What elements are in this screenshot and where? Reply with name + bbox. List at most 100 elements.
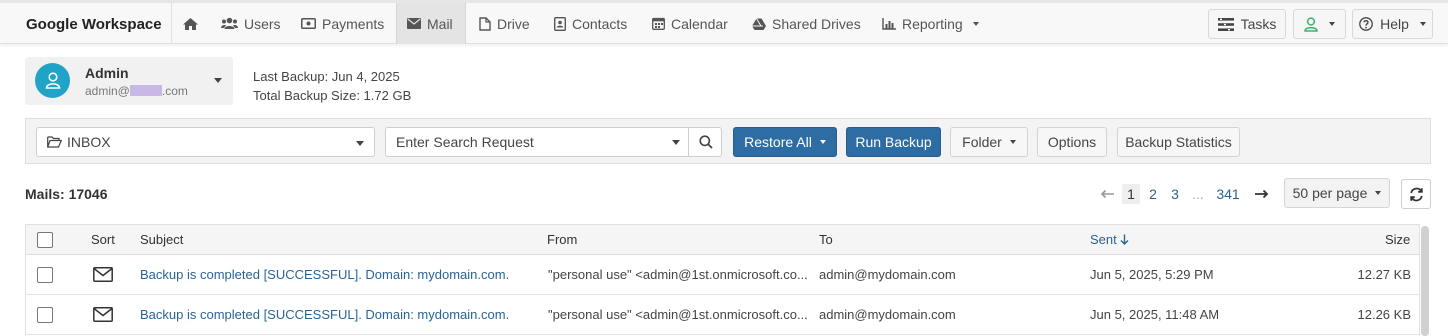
account-email-suffix: .com [161, 84, 188, 98]
mail-count-label: Mails: [25, 186, 65, 202]
backup-statistics-button[interactable]: Backup Statistics [1117, 127, 1240, 157]
folder-select[interactable]: INBOX [36, 127, 375, 157]
nav-reporting-label: Reporting [902, 15, 963, 32]
nav-users-label: Users [244, 15, 281, 32]
backup-statistics-label: Backup Statistics [1125, 134, 1232, 150]
row-checkbox[interactable] [37, 267, 53, 283]
account-selector[interactable]: Admin admin@ .com [25, 57, 233, 105]
chevron-down-icon [1329, 22, 1335, 26]
refresh-button[interactable] [1401, 179, 1431, 209]
help-label: Help [1380, 16, 1409, 32]
row-to: admin@mydomain.com [819, 267, 956, 282]
row-checkbox[interactable] [37, 307, 53, 323]
account-email: admin@ .com [85, 84, 188, 98]
table-scrollbar[interactable] [1421, 226, 1429, 336]
nav-shared-drives-label: Shared Drives [772, 15, 861, 32]
header-sent-label: Sent [1090, 232, 1117, 247]
mail-toolbar: INBOX Restore All Run Backup Folder Opti… [25, 118, 1431, 164]
table-row[interactable]: Backup is completed [SUCCESSFUL]. Domain… [26, 255, 1419, 295]
nav-contacts[interactable]: Contacts [554, 3, 627, 44]
chevron-down-icon [1009, 140, 1016, 144]
row-from: "personal use" <admin@1st.onmicrosoft.co… [548, 267, 808, 282]
row-sent: Jun 5, 2025, 5:29 PM [1090, 267, 1214, 282]
search-input[interactable] [386, 128, 689, 156]
nav-users[interactable]: Users [221, 3, 281, 44]
brand-title[interactable]: Google Workspace [26, 16, 162, 33]
page-link[interactable]: 3 [1167, 184, 1183, 204]
mail-count-value: 17046 [68, 186, 108, 202]
user-icon [45, 72, 60, 89]
per-page-value: 50 per page [1292, 185, 1368, 201]
run-backup-button[interactable]: Run Backup [846, 127, 941, 157]
mail-table: Sort Subject From To Sent Size Backup is… [25, 224, 1420, 336]
folder-open-icon [47, 136, 62, 148]
chevron-down-icon [819, 140, 826, 144]
restore-all-button[interactable]: Restore All [733, 127, 837, 157]
nav-shared-drives[interactable]: Shared Drives [752, 3, 861, 44]
next-page-arrow-icon[interactable] [1252, 184, 1270, 204]
folder-select-value: INBOX [67, 134, 111, 150]
nav-mail[interactable]: Mail [396, 3, 466, 44]
nav-reporting[interactable]: Reporting [882, 3, 979, 44]
nav-contacts-label: Contacts [572, 15, 628, 32]
calendar-icon [652, 17, 665, 30]
home-icon [183, 17, 198, 30]
row-to: admin@mydomain.com [819, 307, 956, 322]
header-sent[interactable]: Sent [1090, 232, 1129, 247]
header-subject[interactable]: Subject [140, 232, 183, 247]
row-subject[interactable]: Backup is completed [SUCCESSFUL]. Domain… [140, 267, 509, 282]
table-row[interactable]: Backup is completed [SUCCESSFUL]. Domain… [26, 295, 1419, 335]
page-link[interactable]: 2 [1145, 184, 1161, 204]
last-backup: Last Backup: Jun 4, 2025 [253, 69, 400, 84]
row-from: "personal use" <admin@1st.onmicrosoft.co… [548, 307, 808, 322]
avatar [35, 63, 70, 98]
chevron-down-icon [1375, 191, 1382, 195]
folder-button-label: Folder [962, 134, 1002, 150]
nav-payments-label: Payments [322, 15, 385, 32]
prev-page-arrow-icon[interactable] [1099, 184, 1115, 204]
table-header: Sort Subject From To Sent Size [26, 225, 1419, 255]
chevron-down-icon [1419, 22, 1426, 26]
header-to[interactable]: To [819, 232, 833, 247]
row-subject[interactable]: Backup is completed [SUCCESSFUL]. Domain… [140, 307, 509, 322]
nav-divider [171, 3, 172, 44]
redacted-blur [129, 85, 162, 96]
page-ellipsis: ... [1192, 186, 1204, 202]
user-menu-button[interactable] [1293, 9, 1346, 39]
question-icon [1359, 17, 1373, 31]
backup-info: Last Backup: Jun 4, 2025 Total Backup Si… [253, 67, 411, 105]
mail-count: Mails: 17046 [25, 186, 108, 202]
select-all-checkbox[interactable] [37, 232, 53, 248]
nav-drive[interactable]: Drive [479, 3, 530, 44]
nav-home[interactable] [182, 3, 199, 44]
restore-all-label: Restore All [744, 134, 812, 150]
header-size[interactable]: Size [1385, 232, 1410, 247]
options-button[interactable]: Options [1037, 127, 1107, 157]
chevron-down-icon[interactable] [672, 140, 680, 145]
account-name: Admin [85, 65, 129, 81]
refresh-icon [1409, 187, 1423, 201]
search-icon [698, 135, 713, 149]
arrow-down-icon [1120, 234, 1129, 245]
search-button[interactable] [688, 128, 722, 156]
folder-button[interactable]: Folder [950, 127, 1028, 157]
header-sort[interactable]: Sort [91, 232, 115, 247]
drive-icon [752, 17, 766, 30]
contact-card-icon [554, 16, 566, 31]
envelope-icon [93, 267, 113, 282]
nav-mail-label: Mail [427, 15, 453, 32]
header-from[interactable]: From [547, 232, 577, 247]
chevron-down-icon [972, 21, 979, 26]
tasks-button[interactable]: Tasks [1208, 9, 1286, 39]
row-size: 12.26 KB [1357, 307, 1412, 322]
page-link-last[interactable]: 341 [1214, 184, 1242, 204]
per-page-select[interactable]: 50 per page [1284, 178, 1390, 208]
top-navbar: Google Workspace Users Payments Mail Dri… [0, 0, 1448, 44]
help-button[interactable]: Help [1352, 9, 1433, 39]
chevron-down-icon [214, 78, 222, 83]
nav-payments[interactable]: Payments [301, 3, 384, 44]
total-backup-size: Total Backup Size: 1.72 GB [253, 88, 412, 103]
bar-chart-icon [882, 17, 896, 30]
nav-calendar[interactable]: Calendar [652, 3, 728, 44]
page-link-current[interactable]: 1 [1122, 184, 1140, 204]
